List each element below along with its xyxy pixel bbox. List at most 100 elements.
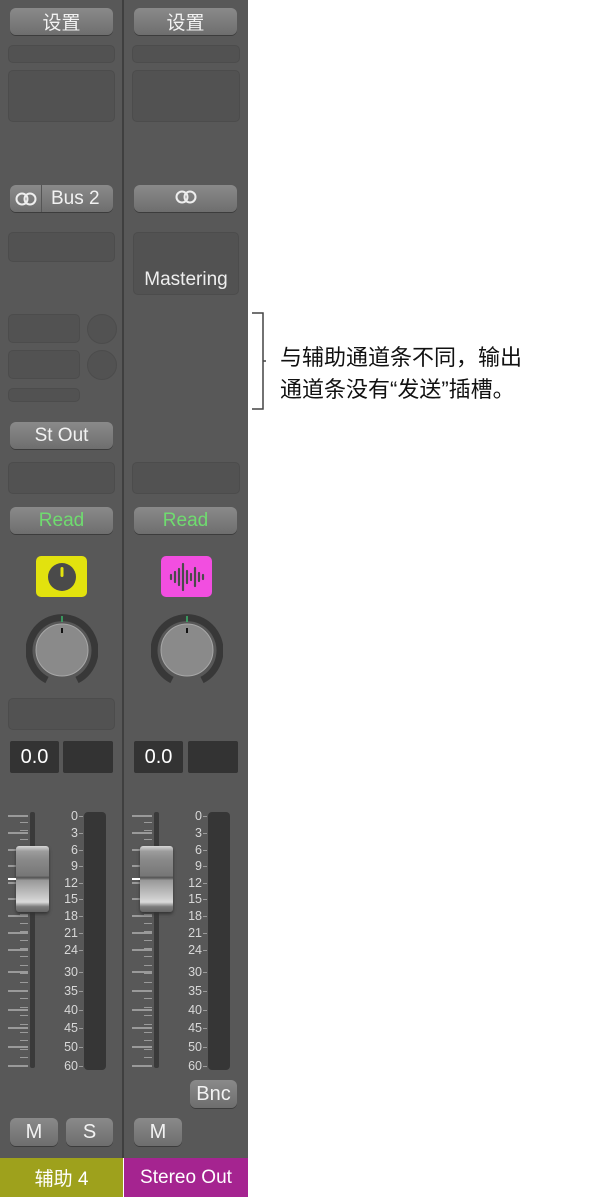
peak-display[interactable] — [188, 741, 238, 773]
output-button[interactable]: Bus 2 — [10, 185, 113, 212]
meter-scale-tick — [79, 833, 83, 834]
mute-button[interactable]: M — [134, 1118, 182, 1146]
fader-minor-tick — [144, 1015, 152, 1016]
meter-scale-tick — [79, 883, 83, 884]
meter-scale-label: 3 — [71, 826, 78, 840]
channel-name[interactable]: 辅助 4 — [0, 1158, 123, 1197]
knob-icon[interactable] — [36, 556, 87, 597]
meter-scale-label: 45 — [64, 1021, 78, 1035]
fader-minor-tick — [144, 965, 152, 966]
meter-scale-label: 15 — [188, 892, 202, 906]
unity-marker — [132, 878, 140, 880]
meter-scale-tick — [203, 991, 207, 992]
annotation-line-2: 通道条没有“发送”插槽。 — [280, 377, 515, 402]
output-st-out-button[interactable]: St Out — [10, 422, 113, 449]
meter-scale-tick — [79, 1066, 83, 1067]
meter-scale-label: 18 — [64, 909, 78, 923]
output-button[interactable] — [134, 185, 237, 212]
eq-display[interactable] — [8, 70, 115, 122]
bounce-button[interactable]: Bnc — [190, 1080, 237, 1108]
fader-minor-tick — [20, 923, 28, 924]
fader-minor-tick — [20, 965, 28, 966]
fader-minor-tick — [20, 914, 28, 915]
meter-scale-label: 0 — [195, 809, 202, 823]
fader-minor-tick — [20, 956, 28, 957]
fader-tick — [8, 832, 28, 834]
pan-knob[interactable] — [26, 614, 98, 686]
send-slot-3[interactable] — [8, 388, 80, 402]
fader-minor-tick — [20, 1049, 28, 1050]
fader-minor-tick — [144, 998, 152, 999]
meter-scale-tick — [79, 1028, 83, 1029]
solo-button[interactable]: S — [66, 1118, 113, 1146]
meter-scale-tick — [203, 950, 207, 951]
level-meter — [208, 812, 230, 1070]
fader-minor-tick — [144, 931, 152, 932]
meter-scale-label: 18 — [188, 909, 202, 923]
fader-minor-tick — [144, 1049, 152, 1050]
meter-scale-tick — [203, 933, 207, 934]
gain-slot[interactable] — [8, 45, 115, 63]
meter-scale-label: 35 — [64, 984, 78, 998]
settings-button[interactable]: 设置 — [134, 8, 237, 35]
link-rings-icon — [10, 185, 42, 212]
fader-minor-tick — [20, 822, 28, 823]
group-slot[interactable] — [8, 462, 115, 494]
channel-name[interactable]: Stereo Out — [124, 1158, 248, 1197]
waveform-icon[interactable] — [161, 556, 212, 597]
insert-slot-mastering[interactable]: Mastering — [133, 232, 239, 295]
meter-scale-tick — [203, 1028, 207, 1029]
send-slot-2[interactable] — [8, 350, 80, 379]
fader-tick — [8, 1027, 28, 1029]
send-level-knob-2[interactable] — [87, 350, 117, 380]
balance-knob[interactable] — [151, 614, 223, 686]
send-slot-1[interactable] — [8, 314, 80, 343]
label-slot[interactable] — [8, 698, 115, 730]
fader-minor-tick — [20, 990, 28, 991]
fader-minor-tick — [144, 1024, 152, 1025]
fader-minor-tick — [20, 940, 28, 941]
meter-scale-label: 21 — [64, 926, 78, 940]
meter-scale-label: 60 — [64, 1059, 78, 1073]
settings-button[interactable]: 设置 — [10, 8, 113, 35]
insert-slot[interactable] — [8, 232, 115, 262]
fader-minor-tick — [144, 948, 152, 949]
fader-cap[interactable] — [140, 846, 173, 912]
fader-minor-tick — [144, 822, 152, 823]
fader-minor-tick — [20, 1007, 28, 1008]
meter-scale-label: 60 — [188, 1059, 202, 1073]
volume-display[interactable]: 0.0 — [10, 741, 59, 773]
send-level-knob-1[interactable] — [87, 314, 117, 344]
fader-tick — [132, 949, 152, 951]
meter-scale-tick — [79, 950, 83, 951]
meter-scale-tick — [203, 816, 207, 817]
annotation-line-1: 与辅助通道条不同，输出 — [280, 345, 523, 370]
fader-minor-tick — [144, 839, 152, 840]
automation-read-button[interactable]: Read — [10, 507, 113, 534]
annotation-bracket — [252, 312, 266, 410]
meter-scale-tick — [79, 1047, 83, 1048]
meter-scale-tick — [203, 916, 207, 917]
automation-read-button[interactable]: Read — [134, 507, 237, 534]
fader-tick — [132, 1009, 152, 1011]
fader-minor-tick — [144, 1007, 152, 1008]
fader-minor-tick — [144, 923, 152, 924]
fader-minor-tick — [20, 839, 28, 840]
mute-button[interactable]: M — [10, 1118, 58, 1146]
meter-scale-label: 3 — [195, 826, 202, 840]
meter-scale-label: 6 — [71, 843, 78, 857]
level-meter — [84, 812, 106, 1070]
fader-cap[interactable] — [16, 846, 49, 912]
fader-minor-tick — [144, 956, 152, 957]
meter-scale-tick — [203, 972, 207, 973]
peak-display[interactable] — [63, 741, 113, 773]
meter-scale-tick — [203, 899, 207, 900]
gain-slot[interactable] — [132, 45, 240, 63]
eq-display[interactable] — [132, 70, 240, 122]
volume-display[interactable]: 0.0 — [134, 741, 183, 773]
meter-scale-label: 9 — [71, 859, 78, 873]
group-slot[interactable] — [132, 462, 240, 494]
fader-minor-tick — [20, 1032, 28, 1033]
fader-minor-tick — [20, 1040, 28, 1041]
meter-scale-tick — [203, 883, 207, 884]
